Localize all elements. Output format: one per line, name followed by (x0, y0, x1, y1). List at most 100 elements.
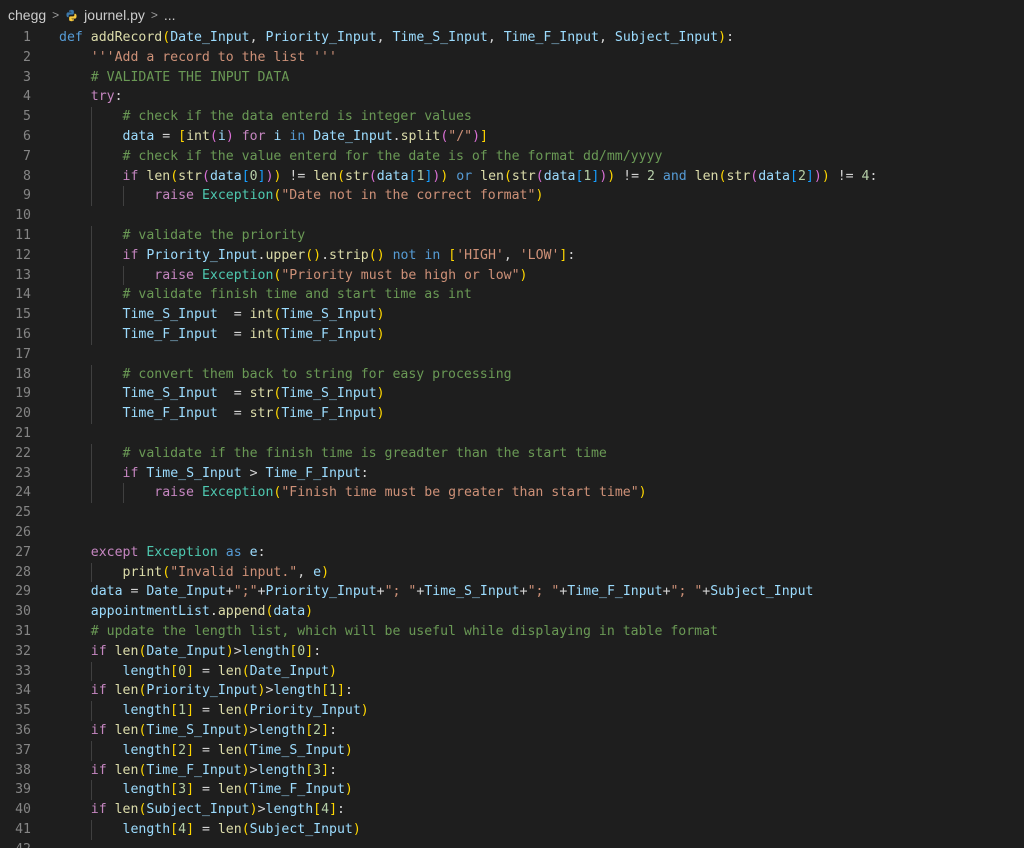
code-text[interactable]: # VALIDATE THE INPUT DATA (59, 68, 290, 88)
indent-guide (90, 820, 92, 840)
breadcrumb-ellipsis[interactable]: ... (164, 7, 176, 23)
code-text[interactable]: if len(Subject_Input)>length[4]: (59, 800, 345, 820)
code-line[interactable]: 15 Time_S_Input = int(Time_S_Input) (0, 305, 1024, 325)
code-line[interactable]: 14 # validate finish time and start time… (0, 285, 1024, 305)
code-text[interactable]: Time_S_Input = str(Time_S_Input) (59, 384, 385, 404)
code-text[interactable]: Time_F_Input = int(Time_F_Input) (59, 325, 385, 345)
code-text[interactable]: # validate the priority (59, 226, 306, 246)
code-text[interactable]: if Priority_Input.upper().strip() not in… (59, 246, 576, 266)
code-line[interactable]: 38 if len(Time_F_Input)>length[3]: (0, 761, 1024, 781)
code-line[interactable]: 39 length[3] = len(Time_F_Input) (0, 780, 1024, 800)
code-text[interactable]: # convert them back to string for easy p… (59, 365, 512, 385)
code-text[interactable]: except Exception as e: (59, 543, 266, 563)
line-number: 38 (15, 762, 31, 778)
line-number: 36 (15, 723, 31, 738)
code-line[interactable]: 26 (0, 523, 1024, 543)
code-line[interactable]: 12 if Priority_Input.upper().strip() not… (0, 246, 1024, 266)
code-text[interactable]: if Time_S_Input > Time_F_Input: (59, 464, 369, 484)
indent-guide (90, 483, 92, 504)
code-text[interactable]: length[2] = len(Time_S_Input) (59, 741, 353, 761)
code-line[interactable]: 5 # check if the data enterd is integer … (0, 107, 1024, 127)
code-text[interactable]: raise Exception("Finish time must be gre… (59, 483, 646, 503)
code-text[interactable]: appointmentList.append(data) (59, 602, 313, 622)
code-text[interactable]: '''Add a record to the list ''' (59, 48, 337, 68)
line-number: 26 (15, 525, 31, 540)
breadcrumb-file[interactable]: journel.py (84, 7, 145, 23)
code-line[interactable]: 16 Time_F_Input = int(Time_F_Input) (0, 325, 1024, 345)
code-text[interactable]: Time_S_Input = int(Time_S_Input) (59, 305, 385, 325)
code-line[interactable]: 11 # validate the priority (0, 226, 1024, 246)
breadcrumb-folder[interactable]: chegg (8, 7, 46, 23)
code-line[interactable]: 33 length[0] = len(Date_Input) (0, 662, 1024, 682)
code-line[interactable]: 4 try: (0, 87, 1024, 107)
code-text[interactable]: length[1] = len(Priority_Input) (59, 701, 369, 721)
code-text[interactable]: data = Date_Input+";"+Priority_Input+"; … (59, 582, 814, 602)
code-line[interactable]: 41 length[4] = len(Subject_Input) (0, 820, 1024, 840)
code-line[interactable]: 20 Time_F_Input = str(Time_F_Input) (0, 404, 1024, 424)
chevron-right-icon: > (52, 8, 60, 22)
code-line[interactable]: 36 if len(Time_S_Input)>length[2]: (0, 721, 1024, 741)
code-line[interactable]: 6 data = [int(i) for i in Date_Input.spl… (0, 127, 1024, 147)
code-line[interactable]: 34 if len(Priority_Input)>length[1]: (0, 681, 1024, 701)
code-line[interactable]: 23 if Time_S_Input > Time_F_Input: (0, 464, 1024, 484)
line-number: 9 (23, 188, 31, 204)
code-line[interactable]: 40 if len(Subject_Input)>length[4]: (0, 800, 1024, 820)
code-line[interactable]: 27 except Exception as e: (0, 543, 1024, 563)
code-line[interactable]: 21 (0, 424, 1024, 444)
code-text[interactable]: if len(Priority_Input)>length[1]: (59, 681, 353, 701)
code-line[interactable]: 2 '''Add a record to the list ''' (0, 48, 1024, 68)
code-editor[interactable]: 1 def addRecord(Date_Input, Priority_Inpu… (0, 28, 1024, 848)
code-text[interactable]: Time_F_Input = str(Time_F_Input) (59, 404, 385, 424)
code-line[interactable]: 13 raise Exception("Priority must be hig… (0, 266, 1024, 286)
code-text[interactable]: raise Exception("Date not in the correct… (59, 186, 543, 206)
code-line[interactable]: 3 # VALIDATE THE INPUT DATA (0, 68, 1024, 88)
code-line[interactable]: 35 length[1] = len(Priority_Input) (0, 701, 1024, 721)
code-line[interactable]: 24 raise Exception("Finish time must be … (0, 483, 1024, 503)
code-line[interactable]: 9 raise Exception("Date not in the corre… (0, 186, 1024, 206)
line-number: 10 (15, 208, 31, 224)
code-text[interactable]: # check if the data enterd is integer va… (59, 107, 472, 127)
code-line[interactable]: 10 (0, 206, 1024, 226)
code-line[interactable]: 1 def addRecord(Date_Input, Priority_Inpu… (0, 28, 1024, 48)
code-line[interactable]: 22 # validate if the finish time is grea… (0, 444, 1024, 464)
code-line[interactable]: 19 Time_S_Input = str(Time_S_Input) (0, 384, 1024, 404)
code-line[interactable]: 25 (0, 503, 1024, 523)
code-text[interactable]: # check if the value enterd for the date… (59, 147, 663, 167)
line-number: 39 (15, 782, 31, 798)
code-line[interactable]: 29 data = Date_Input+";"+Priority_Input+… (0, 582, 1024, 602)
code-line[interactable]: 7 # check if the value enterd for the da… (0, 147, 1024, 167)
code-line[interactable]: 8 if len(str(data[0])) != len(str(data[1… (0, 167, 1024, 187)
indent-guide (122, 265, 124, 286)
indent-guide (90, 245, 92, 266)
code-line[interactable]: 42 (0, 840, 1024, 848)
code-text[interactable]: # validate if the finish time is greadte… (59, 444, 607, 464)
line-number: 19 (15, 386, 31, 402)
code-line[interactable]: 30 appointmentList.append(data) (0, 602, 1024, 622)
line-number: 18 (15, 366, 31, 382)
code-line[interactable]: 31 # update the length list, which will … (0, 622, 1024, 642)
line-number: 2 (23, 49, 31, 65)
code-text[interactable]: if len(str(data[0])) != len(str(data[1])… (59, 167, 878, 187)
code-text[interactable]: length[3] = len(Time_F_Input) (59, 780, 353, 800)
code-text[interactable]: raise Exception("Priority must be high o… (59, 266, 527, 286)
code-line[interactable]: 32 if len(Date_Input)>length[0]: (0, 642, 1024, 662)
code-line[interactable]: 18 # convert them back to string for eas… (0, 365, 1024, 385)
code-text[interactable]: # validate finish time and start time as… (59, 285, 472, 305)
code-text[interactable]: length[0] = len(Date_Input) (59, 662, 337, 682)
code-text[interactable]: if len(Time_F_Input)>length[3]: (59, 761, 337, 781)
code-text[interactable]: print("Invalid input.", e) (59, 563, 330, 583)
line-number: 42 (0, 840, 31, 848)
code-text[interactable]: try: (59, 87, 123, 107)
line-number: 7 (23, 148, 31, 164)
code-text[interactable]: length[4] = len(Subject_Input) (59, 820, 361, 840)
code-line[interactable]: 17 (0, 345, 1024, 365)
code-line[interactable]: 37 length[2] = len(Time_S_Input) (0, 741, 1024, 761)
code-text[interactable]: if len(Time_S_Input)>length[2]: (59, 721, 337, 741)
code-text[interactable]: data = [int(i) for i in Date_Input.split… (59, 127, 488, 147)
code-line[interactable]: 28 print("Invalid input.", e) (0, 563, 1024, 583)
code-text[interactable]: # update the length list, which will be … (59, 622, 718, 642)
code-text[interactable]: if len(Date_Input)>length[0]: (59, 642, 321, 662)
line-number: 37 (15, 742, 31, 758)
line-number: 3 (23, 69, 31, 85)
code-text[interactable]: def addRecord(Date_Input, Priority_Input… (59, 28, 734, 48)
